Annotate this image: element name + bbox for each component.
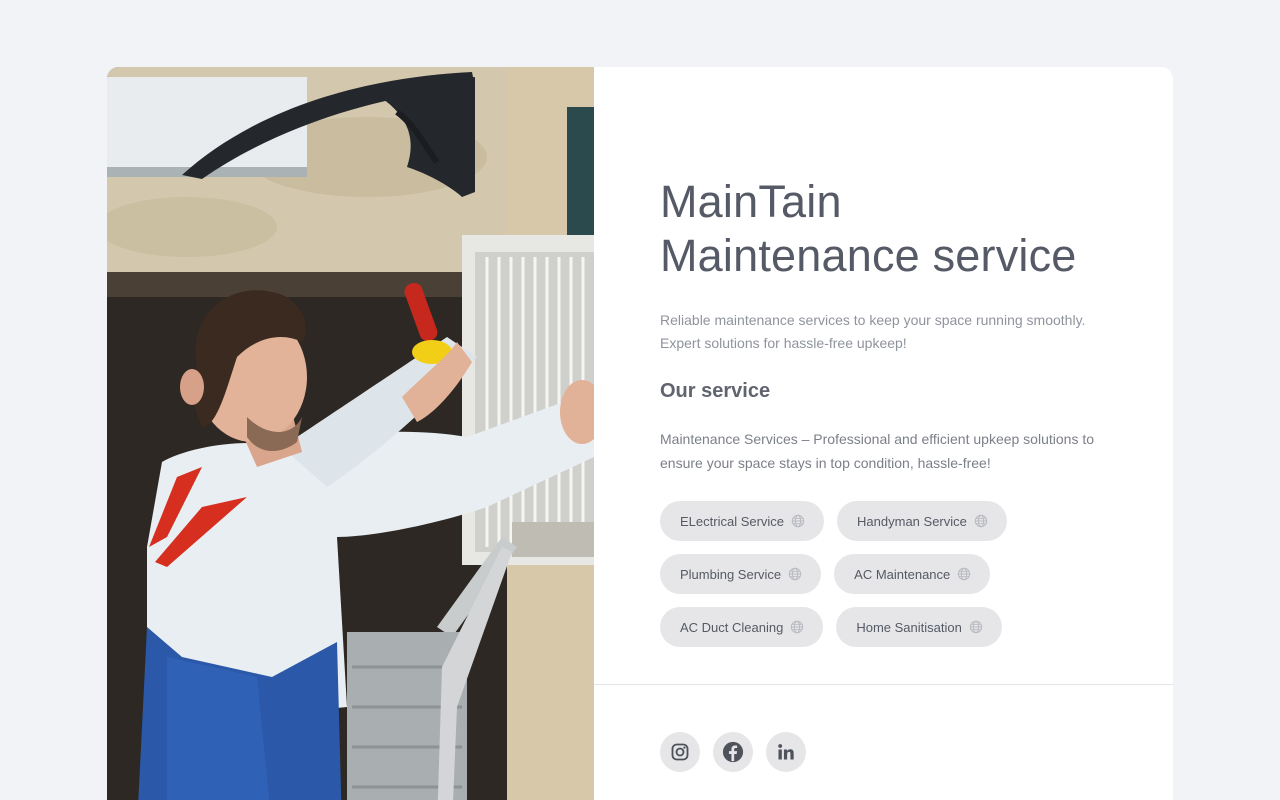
tagline-line-2: Expert solutions for hassle-free upkeep! bbox=[660, 335, 907, 351]
chip-label: Home Sanitisation bbox=[856, 619, 962, 635]
globe-icon bbox=[974, 514, 988, 528]
chip-label: ELectrical Service bbox=[680, 513, 785, 529]
chip-plumbing-service[interactable]: Plumbing Service bbox=[660, 554, 822, 594]
chip-label: Handyman Service bbox=[857, 513, 967, 529]
chip-label: AC Duct Cleaning bbox=[680, 619, 784, 635]
tagline-line-1: Reliable maintenance services to keep yo… bbox=[660, 312, 1086, 328]
globe-icon bbox=[791, 514, 805, 528]
instagram-button[interactable] bbox=[660, 732, 700, 772]
linkedin-icon bbox=[776, 742, 796, 762]
tagline: Reliable maintenance services to keep yo… bbox=[660, 309, 1120, 355]
divider bbox=[594, 684, 1173, 685]
chip-ac-duct-cleaning[interactable]: AC Duct Cleaning bbox=[660, 607, 824, 647]
content-panel: MainTain Maintenance service Reliable ma… bbox=[594, 67, 1173, 800]
globe-icon bbox=[969, 620, 983, 634]
service-chips: ELectrical Service Handyman Service Plum… bbox=[660, 501, 1100, 647]
chip-electrical-service[interactable]: ELectrical Service bbox=[660, 501, 825, 541]
title-line-1: MainTain bbox=[660, 176, 842, 227]
facebook-button[interactable] bbox=[713, 732, 753, 772]
globe-icon bbox=[788, 567, 802, 581]
title-line-2: Maintenance service bbox=[660, 230, 1077, 281]
page-title: MainTain Maintenance service bbox=[660, 175, 1120, 283]
facebook-icon bbox=[722, 741, 744, 763]
linkedin-button[interactable] bbox=[766, 732, 806, 772]
chip-ac-maintenance[interactable]: AC Maintenance bbox=[834, 554, 991, 594]
chip-home-sanitisation[interactable]: Home Sanitisation bbox=[836, 607, 1002, 647]
description-line-2: ensure your space stays in top condition… bbox=[660, 455, 991, 471]
chip-label: Plumbing Service bbox=[680, 566, 782, 582]
globe-icon bbox=[790, 620, 804, 634]
chip-handyman-service[interactable]: Handyman Service bbox=[837, 501, 1007, 541]
social-links bbox=[660, 732, 806, 772]
chip-label: AC Maintenance bbox=[854, 566, 951, 582]
services-description: Maintenance Services – Professional and … bbox=[660, 427, 1120, 475]
technician-photo bbox=[107, 67, 594, 800]
description-line-1: Maintenance Services – Professional and … bbox=[660, 431, 1095, 447]
globe-icon bbox=[957, 567, 971, 581]
instagram-icon bbox=[670, 742, 690, 762]
profile-card: MainTain Maintenance service Reliable ma… bbox=[107, 67, 1173, 800]
services-heading: Our service bbox=[660, 380, 771, 402]
